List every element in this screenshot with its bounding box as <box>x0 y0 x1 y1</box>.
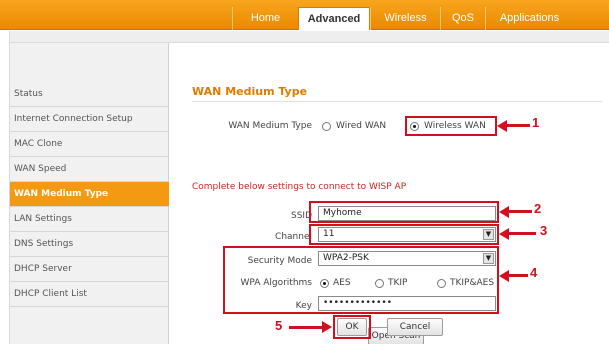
annotation-box-5 <box>333 315 371 339</box>
tab-applications[interactable]: Applications <box>485 7 573 30</box>
wired-wan-radio[interactable] <box>322 122 331 131</box>
annotation-number-2: 2 <box>534 201 542 216</box>
annotation-box-4 <box>223 246 499 314</box>
annotation-box-1 <box>405 116 497 136</box>
sub-header-bar <box>0 31 609 43</box>
sidebar-item-wan-medium-type[interactable]: WAN Medium Type <box>10 182 169 207</box>
sidebar: Status Internet Connection Setup MAC Clo… <box>10 43 169 344</box>
sidebar-item-lan-settings[interactable]: LAN Settings <box>10 207 169 232</box>
annotation-number-3: 3 <box>540 223 548 238</box>
page-title: WAN Medium Type <box>192 85 308 98</box>
arrow-5-icon <box>322 321 332 333</box>
sidebar-item-dhcp-server[interactable]: DHCP Server <box>10 257 169 282</box>
annotation-number-4: 4 <box>530 265 538 280</box>
arrow-1-line <box>506 124 530 127</box>
title-divider <box>192 101 602 102</box>
arrow-2-line <box>508 210 532 213</box>
wired-wan-label: Wired WAN <box>336 121 387 131</box>
arrow-4-line <box>508 274 528 277</box>
ssid-label: SSID <box>290 211 312 221</box>
tab-wireless[interactable]: Wireless <box>370 7 440 30</box>
sidebar-item-mac-clone[interactable]: MAC Clone <box>10 132 169 157</box>
left-gutter <box>0 31 10 344</box>
tab-qos[interactable]: QoS <box>440 7 485 30</box>
cancel-button[interactable]: Cancel <box>387 318 443 336</box>
annotation-box-2 <box>309 201 499 223</box>
tab-home[interactable]: Home <box>232 7 298 30</box>
channel-label: Channel <box>275 232 312 242</box>
annotation-box-3 <box>309 224 499 245</box>
sidebar-item-dhcp-client-list[interactable]: DHCP Client List <box>10 282 169 307</box>
arrow-3-line <box>508 232 536 235</box>
annotation-number-5: 5 <box>275 318 283 333</box>
main-tabs: Home Advanced Wireless QoS Applications <box>232 7 573 30</box>
wisp-hint-text: Complete below settings to connect to WI… <box>192 182 407 192</box>
sidebar-item-wan-speed[interactable]: WAN Speed <box>10 157 169 182</box>
tab-advanced[interactable]: Advanced <box>298 7 370 30</box>
sidebar-item-internet-connection-setup[interactable]: Internet Connection Setup <box>10 107 169 132</box>
sidebar-item-dns-settings[interactable]: DNS Settings <box>10 232 169 257</box>
annotation-number-1: 1 <box>532 115 540 130</box>
top-nav-bar: Home Advanced Wireless QoS Applications <box>0 0 609 30</box>
wan-medium-label: WAN Medium Type <box>228 121 312 131</box>
arrow-5-line <box>289 326 323 329</box>
sidebar-item-status[interactable]: Status <box>10 82 169 107</box>
